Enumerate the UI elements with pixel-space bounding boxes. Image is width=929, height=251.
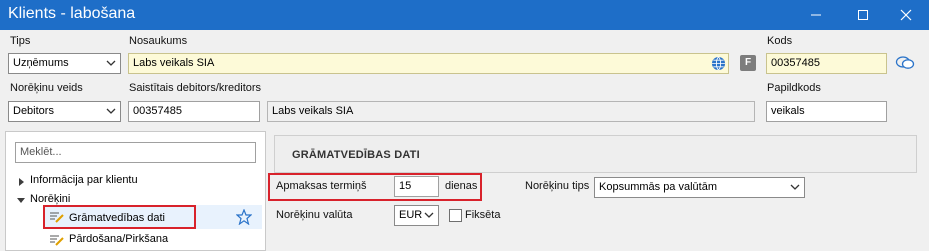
saistitais-code-input[interactable]: 00357485	[128, 101, 260, 122]
kods-input[interactable]: 00357485	[766, 53, 887, 74]
saistitais-name-field: Labs veikals SIA	[267, 101, 755, 122]
tree-search-placeholder: Meklēt...	[20, 146, 62, 158]
minimize-icon	[811, 14, 821, 16]
fikseta-checkbox[interactable]	[449, 209, 462, 222]
noreķinu-tips-value: Kopsummās pa valūtām	[599, 181, 717, 193]
apmaksas-unit-label: dienas	[445, 180, 478, 192]
tips-label: Tips	[10, 35, 31, 47]
window-title: Klients - labošana	[8, 5, 136, 22]
close-icon	[900, 9, 912, 21]
chevron-right-icon[interactable]	[16, 177, 26, 187]
document-edit-icon	[49, 210, 65, 224]
close-button[interactable]	[883, 0, 929, 30]
maximize-icon	[858, 10, 868, 20]
saistitais-code-value: 00357485	[133, 105, 182, 117]
f-badge[interactable]: F	[740, 55, 756, 71]
noreķinu-veids-label: Norēķinu veids	[10, 82, 83, 94]
papildkods-input[interactable]: veikals	[766, 101, 887, 122]
document-edit-icon	[49, 233, 65, 247]
tree-item-norekini[interactable]: Norēķini	[30, 193, 70, 205]
noreķinu-valuta-value: EUR	[399, 209, 423, 221]
fikseta-label: Fiksēta	[465, 209, 501, 221]
tips-value: Uzņēmums	[13, 57, 69, 69]
nosaukums-value: Labs veikals SIA	[133, 57, 215, 69]
apmaksas-termins-input[interactable]: 15	[394, 176, 439, 197]
globe-icon[interactable]	[711, 56, 726, 71]
noreķinu-valuta-select[interactable]: EUR	[394, 205, 439, 226]
nosaukums-input[interactable]: Labs veikals SIA	[128, 53, 729, 74]
noreķinu-veids-value: Debitors	[13, 105, 54, 117]
kods-label: Kods	[767, 35, 793, 47]
noreķinu-tips-select[interactable]: Kopsummās pa valūtām	[594, 177, 805, 198]
chevron-down-icon	[106, 108, 116, 114]
section-title: GRĀMATVEDĪBAS DATI	[292, 149, 420, 161]
chevron-down-icon	[106, 60, 116, 66]
chevron-down-icon[interactable]	[16, 195, 26, 205]
saistitais-label: Saistītais debitors/kreditors	[129, 82, 262, 94]
kods-value: 00357485	[771, 57, 820, 69]
apmaksas-termins-value: 15	[399, 180, 412, 192]
tree-item-pardosana-pirksana[interactable]: Pārdošana/Pirkšana	[69, 233, 168, 245]
chat-icon[interactable]	[895, 55, 915, 71]
tree-item-gramatvedibas-dati[interactable]: Grāmatvedības dati	[69, 212, 165, 224]
saistitais-name-value: Labs veikals SIA	[272, 105, 354, 117]
papildkods-label: Papildkods	[767, 82, 821, 94]
minimize-button[interactable]	[793, 0, 839, 30]
maximize-button[interactable]	[840, 0, 886, 30]
noreķinu-valuta-label: Norēķinu valūta	[276, 209, 353, 221]
noreķinu-veids-select[interactable]: Debitors	[8, 101, 121, 122]
noreķinu-tips-label: Norēķinu tips	[525, 180, 590, 192]
papildkods-value: veikals	[771, 105, 805, 117]
tips-select[interactable]: Uzņēmums	[8, 53, 121, 74]
tree-search-input[interactable]: Meklēt...	[15, 142, 256, 163]
nosaukums-label: Nosaukums	[129, 35, 188, 47]
chevron-down-icon	[424, 212, 434, 218]
star-icon[interactable]	[235, 208, 253, 226]
apmaksas-termins-label: Apmaksas termiņš	[276, 180, 367, 192]
chevron-down-icon	[790, 184, 800, 190]
tree-item-informacija[interactable]: Informācija par klientu	[30, 174, 138, 186]
title-bar	[0, 0, 929, 30]
